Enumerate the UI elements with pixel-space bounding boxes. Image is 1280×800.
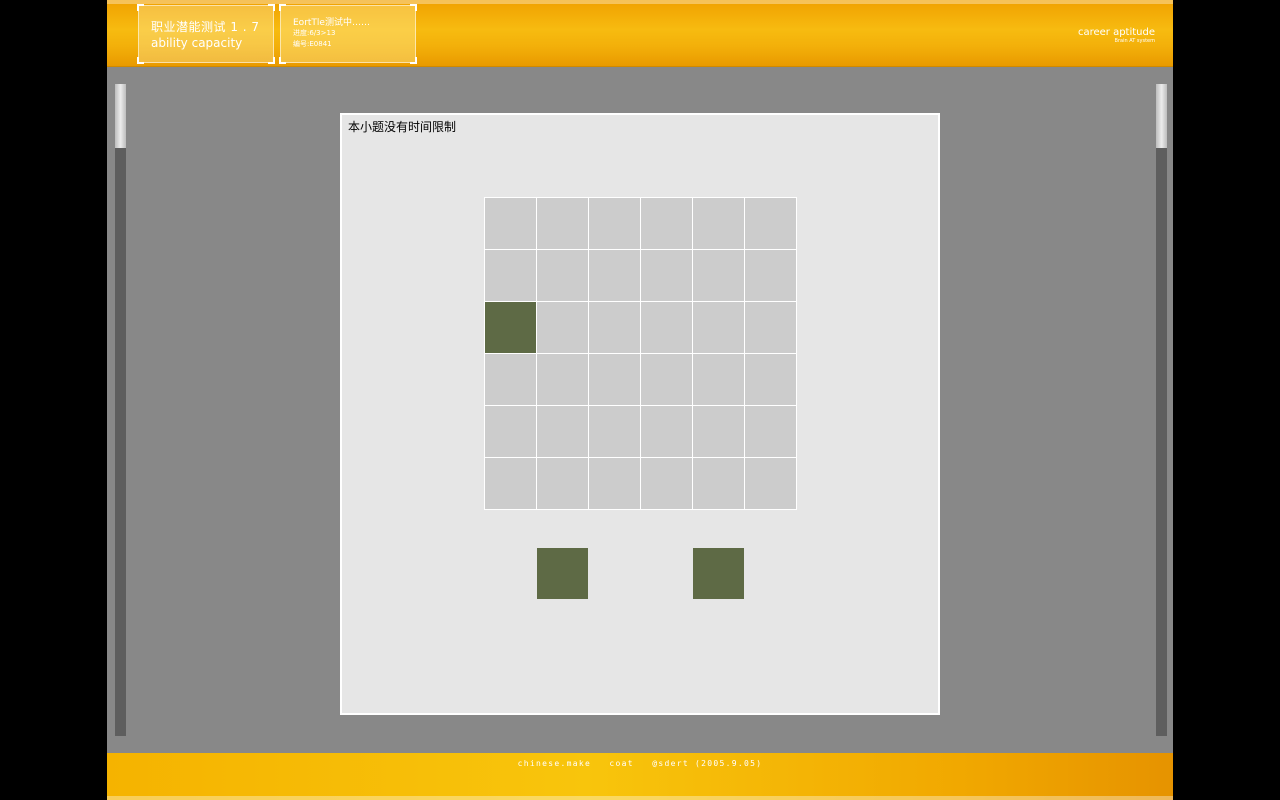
- right-scrollbar-thumb[interactable]: [1156, 84, 1167, 148]
- grid-cell[interactable]: [745, 458, 796, 509]
- progress-text: 进度:6/3>13: [293, 29, 336, 37]
- puzzle-grid: [484, 197, 797, 510]
- status-box: EortTle测试中…… 进度:6/3>13 编号:E0841: [279, 4, 417, 64]
- question-panel: 本小题没有时间限制: [340, 113, 940, 715]
- time-limit-note: 本小题没有时间限制: [348, 120, 457, 134]
- grid-cell[interactable]: [537, 250, 588, 301]
- grid-cell[interactable]: [537, 198, 588, 249]
- grid-cell[interactable]: [745, 354, 796, 405]
- footer-bar: chinese.make coat @sdert (2005.9.05): [107, 753, 1173, 800]
- brand-subtitle: Brain AT system: [1114, 38, 1155, 44]
- app-title-en: ability capacity: [151, 36, 243, 50]
- brand-logo: career aptitude Brain AT system: [1078, 27, 1155, 45]
- grid-cell[interactable]: [537, 458, 588, 509]
- grid-cell[interactable]: [485, 354, 536, 405]
- grid-cell[interactable]: [589, 302, 640, 353]
- app-title-cn: 职业潜能测试 1 . 7: [151, 20, 260, 34]
- serial-text: 编号:E0841: [293, 40, 332, 48]
- grid-cell[interactable]: [745, 406, 796, 457]
- grid-cell[interactable]: [693, 250, 744, 301]
- status-text: EortTle测试中……: [293, 18, 370, 28]
- grid-cell[interactable]: [693, 354, 744, 405]
- grid-cell[interactable]: [589, 406, 640, 457]
- grid-cell[interactable]: [589, 354, 640, 405]
- grid-cell[interactable]: [485, 458, 536, 509]
- grid-cell[interactable]: [641, 406, 692, 457]
- right-scrollbar[interactable]: [1156, 84, 1167, 736]
- left-scrollbar[interactable]: [115, 84, 126, 736]
- grid-cell[interactable]: [641, 458, 692, 509]
- answer-option-a[interactable]: [537, 548, 588, 599]
- grid-cell[interactable]: [693, 302, 744, 353]
- title-box: 职业潜能测试 1 . 7 ability capacity: [137, 4, 275, 64]
- left-scrollbar-thumb[interactable]: [115, 84, 126, 148]
- grid-cell[interactable]: [693, 406, 744, 457]
- app-window: 职业潜能测试 1 . 7 ability capacity EortTle测试中…: [107, 0, 1173, 800]
- grid-cell[interactable]: [485, 250, 536, 301]
- grid-cell[interactable]: [485, 406, 536, 457]
- grid-cell[interactable]: [693, 458, 744, 509]
- footer-credit: chinese.make coat @sdert (2005.9.05): [517, 759, 763, 768]
- grid-cell[interactable]: [589, 458, 640, 509]
- grid-cell[interactable]: [641, 354, 692, 405]
- brand-title: career aptitude: [1077, 27, 1155, 38]
- grid-cell[interactable]: [745, 302, 796, 353]
- answer-option-b[interactable]: [693, 548, 744, 599]
- grid-cell-filled[interactable]: [485, 302, 536, 353]
- grid-cell[interactable]: [537, 406, 588, 457]
- header-bar: 职业潜能测试 1 . 7 ability capacity EortTle测试中…: [107, 0, 1173, 67]
- grid-cell[interactable]: [589, 198, 640, 249]
- grid-cell[interactable]: [641, 198, 692, 249]
- grid-cell[interactable]: [537, 302, 588, 353]
- grid-cell[interactable]: [537, 354, 588, 405]
- grid-cell[interactable]: [745, 198, 796, 249]
- grid-cell[interactable]: [641, 302, 692, 353]
- grid-cell[interactable]: [641, 250, 692, 301]
- grid-cell[interactable]: [693, 198, 744, 249]
- grid-cell[interactable]: [485, 198, 536, 249]
- grid-cell[interactable]: [745, 250, 796, 301]
- grid-cell[interactable]: [589, 250, 640, 301]
